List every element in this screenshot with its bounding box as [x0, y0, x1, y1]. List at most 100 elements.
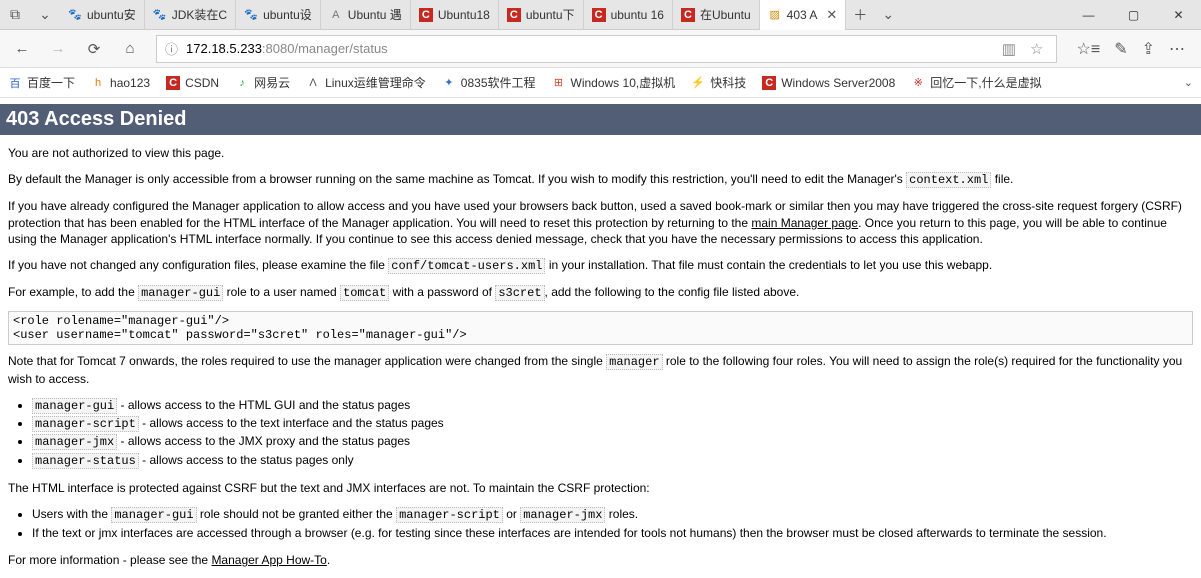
reading-view-icon[interactable]: ▥ [1002, 40, 1016, 58]
browser-tab[interactable]: 🐾ubuntu安 [60, 0, 145, 30]
para-tomcat-users: If you have not changed any configuratio… [8, 257, 1193, 274]
bookmark-icon: ⚡ [691, 76, 705, 90]
tab-close-icon[interactable]: ✕ [826, 7, 837, 23]
link-manager-howto[interactable]: Manager App How-To [211, 553, 326, 567]
bookmark-item[interactable]: ♪ 网易云 [235, 74, 290, 91]
minimize-button[interactable]: — [1066, 0, 1111, 30]
link-main-manager[interactable]: main Manager page [751, 216, 858, 230]
tabs-aside-icon[interactable]: ⧉ [0, 0, 30, 30]
favorite-star-icon[interactable]: ☆ [1030, 40, 1043, 58]
tab-favicon: C [592, 8, 606, 22]
info-icon[interactable]: ⓘ [165, 39, 178, 58]
page-content: 403 Access Denied You are not authorized… [0, 104, 1201, 568]
bookmarks-bar: 百百度一下 h hao123 C CSDN ♪ 网易云 Λ Linux运维管理命令 ✦ 0835软件… [0, 68, 1201, 98]
home-button[interactable]: ⌂ [114, 33, 146, 65]
code-context-xml: context.xml [906, 172, 991, 188]
para-default: By default the Manager is only accessibl… [8, 171, 1193, 188]
bookmark-icon: h [91, 76, 105, 90]
roles-list: manager-gui - allows access to the HTML … [32, 397, 1193, 471]
bookmark-item[interactable]: ⊞ Windows 10,虚拟机 [552, 74, 676, 91]
favorites-icon[interactable]: ☆≡ [1077, 39, 1101, 59]
bookmarks-overflow-icon[interactable]: ⌄ [1184, 76, 1193, 89]
para-csrf-reset: If you have already configured the Manag… [8, 198, 1193, 247]
para-example: For example, to add the manager-gui role… [8, 284, 1193, 301]
para-tomcat7: Note that for Tomcat 7 onwards, the role… [8, 353, 1193, 386]
browser-tab[interactable]: Cubuntu下 [499, 0, 584, 30]
tab-label: ubuntu下 [526, 6, 575, 23]
tab-favicon: C [419, 8, 433, 22]
tab-dropdown-icon[interactable]: ⌄ [874, 6, 902, 23]
bookmark-item[interactable]: ✦ 0835软件工程 [442, 74, 536, 91]
bookmark-icon: 百 [8, 76, 22, 90]
tabs-preview-icon[interactable]: ⌄ [30, 0, 60, 30]
tab-favicon: A [329, 8, 343, 22]
bookmark-label: Windows Server2008 [781, 76, 895, 90]
bookmark-label: 回忆一下,什么是虚拟 [930, 74, 1041, 91]
new-tab-button[interactable]: ＋ [846, 5, 874, 25]
bookmark-label: CSDN [185, 76, 219, 90]
refresh-button[interactable]: ⟳ [78, 33, 110, 65]
bookmark-label: 网易云 [254, 74, 290, 91]
tab-label: ubuntu 16 [611, 8, 664, 22]
bookmark-icon: C [762, 76, 776, 90]
bookmark-item[interactable]: 百百度一下 [8, 74, 75, 91]
forward-button[interactable]: → [42, 33, 74, 65]
browser-tab[interactable]: C 在Ubuntu [673, 0, 760, 30]
tab-label: ubuntu安 [87, 6, 136, 23]
bookmark-label: hao123 [110, 76, 150, 90]
bookmark-label: Windows 10,虚拟机 [571, 74, 676, 91]
bookmark-label: 快科技 [710, 74, 746, 91]
para-not-authorized: You are not authorized to view this page… [8, 145, 1193, 161]
settings-more-icon[interactable]: ⋯ [1169, 39, 1185, 59]
url-text: 172.18.5.233:8080/manager/status [186, 41, 994, 56]
navigation-bar: ← → ⟳ ⌂ ⓘ 172.18.5.233:8080/manager/stat… [0, 30, 1201, 68]
bookmark-icon: ※ [911, 76, 925, 90]
bookmark-item[interactable]: Λ Linux运维管理命令 [306, 74, 426, 91]
maximize-button[interactable]: ▢ [1111, 0, 1156, 30]
tab-favicon: ▨ [768, 8, 782, 22]
bookmark-label: Linux运维管理命令 [325, 74, 426, 91]
back-button[interactable]: ← [6, 33, 38, 65]
bookmark-item[interactable]: C CSDN [166, 74, 219, 91]
tab-label: Ubuntu 遇 [348, 6, 402, 23]
tab-favicon: C [681, 8, 695, 22]
address-bar[interactable]: ⓘ 172.18.5.233:8080/manager/status ▥ ☆ [156, 35, 1057, 63]
browser-tab[interactable]: 🐾 ubuntu设 [236, 0, 321, 30]
tab-label: 403 A [787, 8, 818, 22]
bookmark-icon: Λ [306, 76, 320, 90]
list-item: manager-script - allows access to the te… [32, 415, 1193, 433]
tab-label: Ubuntu18 [438, 8, 490, 22]
para-csrf-protection: The HTML interface is protected against … [8, 480, 1193, 496]
tab-favicon: 🐾 [153, 8, 167, 22]
bookmark-icon: ✦ [442, 76, 456, 90]
close-window-button[interactable]: ✕ [1156, 0, 1201, 30]
browser-tab[interactable]: A Ubuntu 遇 [321, 0, 411, 30]
share-icon[interactable]: ⇪ [1142, 39, 1155, 59]
bookmark-label: 百度一下 [27, 74, 75, 91]
bookmark-item[interactable]: ⚡ 快科技 [691, 74, 746, 91]
bookmark-icon: ⊞ [552, 76, 566, 90]
browser-tab[interactable]: Cubuntu 16 [584, 0, 673, 30]
browser-tab[interactable]: C Ubuntu18 [411, 0, 499, 30]
browser-tab[interactable]: ▨ 403 A ✕ [760, 0, 847, 30]
para-more-info: For more information - please see the Ma… [8, 552, 1193, 568]
bookmark-item[interactable]: C Windows Server2008 [762, 74, 895, 91]
tab-label: ubuntu设 [263, 6, 312, 23]
window-controls: — ▢ ✕ [1066, 0, 1201, 30]
bookmark-icon: ♪ [235, 76, 249, 90]
bookmark-item[interactable]: h hao123 [91, 74, 150, 91]
list-item: manager-jmx - allows access to the JMX p… [32, 433, 1193, 451]
page-title: 403 Access Denied [0, 104, 1201, 135]
csrf-list: Users with the manager-gui role should n… [32, 506, 1193, 542]
list-item: If the text or jmx interfaces are access… [32, 525, 1193, 542]
bookmark-item[interactable]: ※ 回忆一下,什么是虚拟 [911, 74, 1041, 91]
browser-tab[interactable]: 🐾 JDK装在C [145, 0, 236, 30]
tab-favicon: 🐾 [244, 8, 258, 22]
notes-icon[interactable]: ✎ [1114, 39, 1127, 59]
bookmark-icon: C [166, 76, 180, 90]
bookmark-label: 0835软件工程 [461, 74, 536, 91]
list-item: Users with the manager-gui role should n… [32, 506, 1193, 524]
list-item: manager-status - allows access to the st… [32, 452, 1193, 470]
tab-label: 在Ubuntu [700, 6, 751, 23]
tab-label: JDK装在C [172, 6, 227, 23]
